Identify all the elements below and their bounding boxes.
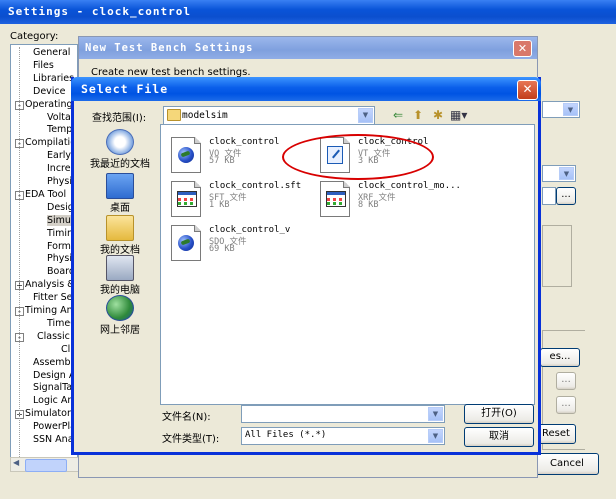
recent-docs-icon bbox=[106, 129, 134, 155]
category-tree[interactable]: General Files Libraries Device - Operating Vol… bbox=[10, 44, 78, 472]
chevron-down-icon: ▼ bbox=[428, 407, 443, 421]
file-size: 8 KB bbox=[358, 200, 379, 210]
globe-icon bbox=[178, 235, 194, 251]
chevron-down-icon: ▼ bbox=[559, 167, 574, 180]
chevron-down-icon: ▼ bbox=[358, 108, 373, 123]
close-icon[interactable]: ✕ bbox=[517, 80, 538, 100]
settings-cancel-button[interactable]: Cancel bbox=[535, 453, 599, 475]
tree-item[interactable]: EDA Tool bbox=[25, 189, 66, 200]
tree-item[interactable]: General bbox=[33, 47, 70, 58]
scroll-left-icon[interactable]: ◀ bbox=[13, 458, 19, 467]
settings-title-bar[interactable]: Settings - clock_control bbox=[0, 0, 616, 24]
file-item[interactable]: clock_control_v SDO 文件 69 KB bbox=[171, 225, 311, 265]
folder-icon bbox=[167, 109, 181, 121]
file-name: clock_control bbox=[209, 137, 280, 147]
ntb-close-icon[interactable]: ✕ bbox=[513, 40, 532, 57]
place-label: 我最近的文档 bbox=[90, 159, 150, 170]
place-my-documents[interactable]: 我的文档 bbox=[80, 215, 160, 256]
tree-item[interactable]: Cl bbox=[61, 344, 70, 355]
up-folder-icon[interactable]: ⬆ bbox=[410, 108, 426, 122]
grid-icon bbox=[177, 191, 197, 207]
settings-text-field[interactable] bbox=[542, 187, 556, 205]
file-name-label: 文件名(N): bbox=[162, 412, 211, 423]
select-file-dialog: Select File ✕ 查找范围(I): modelsim ▼ ⇐ ⬆ ✱ … bbox=[71, 77, 541, 455]
file-icon bbox=[320, 181, 350, 217]
scrollbar-thumb[interactable] bbox=[25, 459, 67, 472]
cancel-button[interactable]: 取消 bbox=[464, 427, 534, 447]
settings-title: Settings - clock_control bbox=[8, 5, 191, 18]
look-in-label: 查找范围(I): bbox=[92, 113, 147, 124]
category-label: Category: bbox=[10, 31, 59, 42]
file-item[interactable]: clock_control.sft SFT 文件 1 KB bbox=[171, 181, 311, 221]
file-type-label: 文件类型(T): bbox=[162, 434, 220, 445]
globe-icon bbox=[178, 147, 194, 163]
place-network[interactable]: 网上邻居 bbox=[80, 295, 160, 336]
ntb-title: New Test Bench Settings bbox=[85, 42, 254, 54]
file-icon bbox=[171, 225, 201, 261]
file-size: 57 KB bbox=[209, 156, 235, 166]
tree-item[interactable]: Operating bbox=[25, 99, 73, 110]
tree-item[interactable]: Libraries bbox=[33, 73, 74, 84]
file-type-value: All Files (*.*) bbox=[245, 430, 327, 440]
chevron-down-icon: ▼ bbox=[428, 429, 443, 443]
grid-icon bbox=[326, 191, 346, 207]
file-name: clock_control.sft bbox=[209, 181, 302, 191]
my-computer-icon bbox=[106, 255, 134, 281]
browse-button-3[interactable]: ... bbox=[556, 396, 576, 414]
file-name: clock_control_mo... bbox=[358, 181, 461, 191]
tree-guide-line bbox=[19, 47, 20, 457]
tree-item[interactable]: Files bbox=[33, 60, 54, 71]
annotation-ellipse bbox=[282, 134, 434, 180]
tree-horizontal-scrollbar[interactable]: ◀ bbox=[10, 457, 80, 472]
place-label: 桌面 bbox=[110, 203, 130, 214]
place-recent[interactable]: 我最近的文档 bbox=[80, 129, 160, 170]
new-folder-icon[interactable]: ✱ bbox=[430, 108, 446, 122]
file-icon bbox=[171, 137, 201, 173]
place-my-computer[interactable]: 我的电脑 bbox=[80, 255, 160, 296]
file-name-input[interactable]: ▼ bbox=[241, 405, 445, 423]
file-size: 69 KB bbox=[209, 244, 235, 254]
browse-button-1[interactable]: ... bbox=[556, 187, 576, 205]
network-icon bbox=[106, 295, 134, 321]
settings-dropdown-mid[interactable]: ▼ bbox=[542, 165, 576, 182]
place-desktop[interactable]: 桌面 bbox=[80, 173, 160, 214]
file-name: clock_control_v bbox=[209, 225, 291, 235]
open-button[interactable]: 打开(O) bbox=[464, 404, 534, 424]
desktop-icon bbox=[106, 173, 134, 199]
file-icon bbox=[171, 181, 201, 217]
tree-item[interactable]: Device bbox=[33, 86, 66, 97]
browse-button-2[interactable]: ... bbox=[556, 372, 576, 390]
look-in-value: modelsim bbox=[182, 110, 228, 121]
select-file-title: Select File bbox=[81, 82, 169, 96]
look-in-dropdown[interactable]: modelsim ▼ bbox=[163, 106, 375, 125]
file-type-dropdown[interactable]: All Files (*.*) ▼ bbox=[241, 427, 445, 445]
file-size: 1 KB bbox=[209, 200, 230, 210]
file-item[interactable]: clock_control_mo... XRF 文件 8 KB bbox=[320, 181, 461, 221]
tree-item[interactable]: Analysis & bbox=[25, 279, 75, 290]
chevron-down-icon: ▼ bbox=[563, 103, 578, 116]
ntb-title-bar[interactable]: New Test Bench Settings ✕ bbox=[79, 37, 537, 59]
reset-button[interactable]: Reset bbox=[536, 424, 576, 444]
back-arrow-icon[interactable]: ⇐ bbox=[390, 108, 406, 122]
places-bar: 我最近的文档 桌面 我的文档 我的电脑 网上邻居 bbox=[80, 127, 160, 403]
settings-dropdown-top[interactable]: ▼ bbox=[542, 101, 580, 118]
my-documents-icon bbox=[106, 215, 134, 241]
tree-item[interactable]: Classic bbox=[37, 331, 70, 342]
settings-group-box bbox=[542, 225, 572, 287]
view-menu-icon[interactable]: ▦▾ bbox=[450, 108, 467, 122]
test-benches-button[interactable]: es... bbox=[540, 348, 580, 367]
select-file-title-bar[interactable]: Select File ✕ bbox=[71, 77, 541, 101]
place-label: 网上邻居 bbox=[100, 325, 140, 336]
